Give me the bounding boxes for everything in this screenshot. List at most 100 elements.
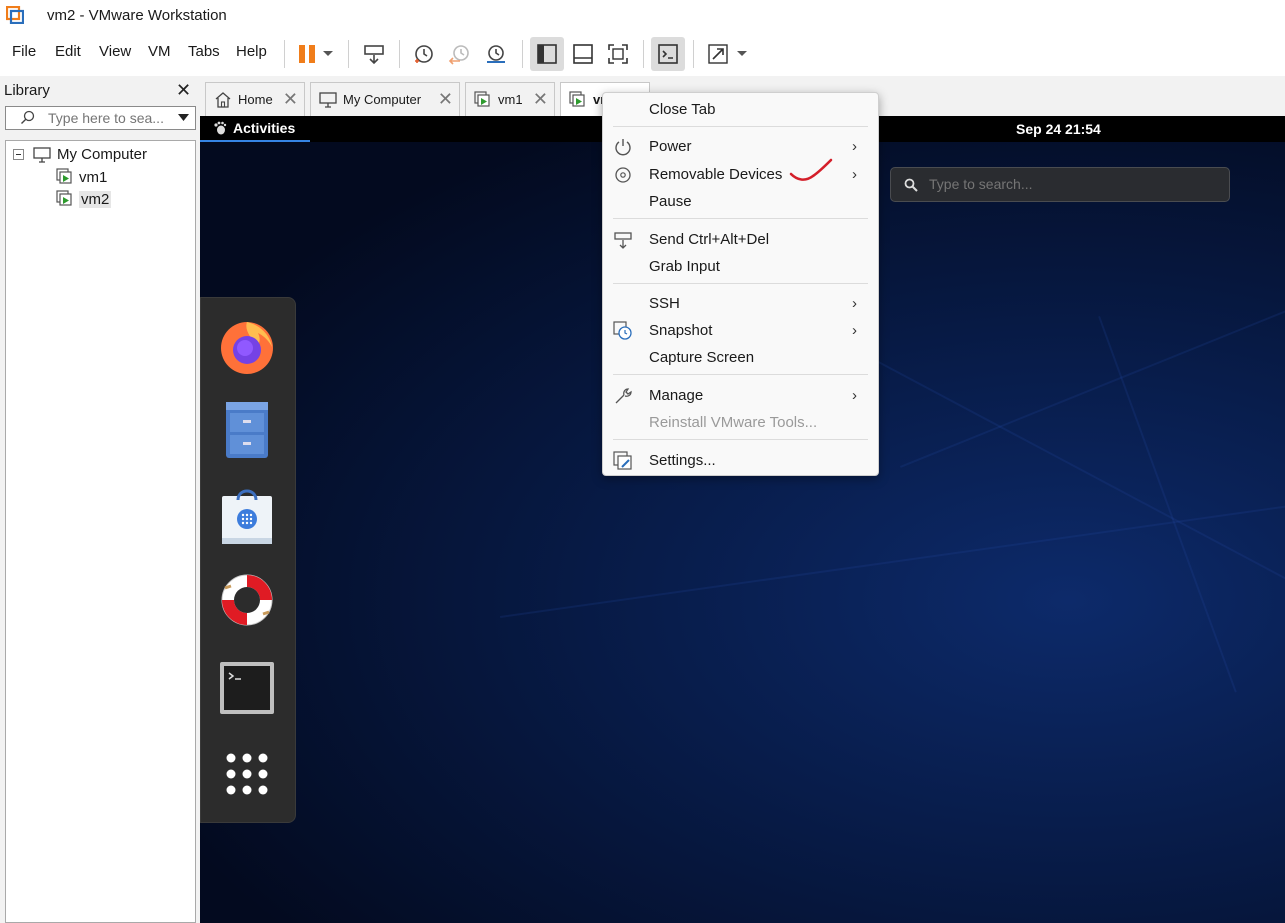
menu-item-removable-devices[interactable]: Removable Devices › [603, 158, 878, 187]
chevron-down-icon[interactable] [178, 114, 189, 122]
file-cabinet-icon [226, 402, 268, 458]
overview-search[interactable] [890, 167, 1230, 202]
activities-button[interactable]: Activities [213, 120, 295, 136]
toolbar-separator [348, 40, 349, 68]
console-view-icon [658, 44, 678, 64]
thumbnail-bar-icon [573, 44, 593, 64]
app-grid-icon [226, 753, 268, 795]
tab-vm1[interactable]: vm1 ✕ [465, 82, 555, 116]
tab-label: My Computer [343, 92, 422, 107]
menu-item-send-ctrl-alt-del[interactable]: Send Ctrl+Alt+Del [603, 226, 878, 252]
send-ctrl-alt-del-icon [614, 232, 632, 249]
menu-item-pause[interactable]: Pause [603, 188, 878, 214]
library-search-input[interactable] [48, 109, 170, 127]
computer-icon [33, 146, 51, 163]
close-tab-icon[interactable]: ✕ [438, 89, 453, 110]
overview-search-input[interactable] [929, 176, 1219, 192]
menu-item-snapshot[interactable]: Snapshot › [603, 317, 878, 343]
submenu-arrow-icon: › [852, 321, 857, 339]
clock[interactable]: Sep 24 21:54 [1016, 121, 1101, 137]
close-icon[interactable]: ✕ [176, 80, 191, 101]
revert-snapshot-button[interactable] [443, 37, 477, 71]
menu-item-label: Close Tab [649, 100, 716, 118]
menu-item-settings[interactable]: Settings... [603, 447, 878, 473]
console-view-button[interactable] [651, 37, 685, 71]
library-search[interactable] [5, 106, 196, 130]
menu-item-label: Pause [649, 192, 692, 210]
tab-label: vm1 [498, 92, 523, 107]
show-library-icon [537, 44, 557, 64]
tree-item-label: vm1 [79, 168, 108, 186]
toolbar-separator [284, 40, 285, 68]
menu-item-label: Manage [649, 386, 704, 404]
tree-item-vm1[interactable]: vm1 [56, 168, 107, 186]
menu-file[interactable]: File [12, 43, 36, 60]
stretch-dropdown-button[interactable] [730, 37, 754, 71]
search-icon [21, 110, 35, 125]
menu-item-manage[interactable]: Manage › [603, 382, 878, 408]
disc-icon [615, 167, 631, 183]
firefox-launcher[interactable] [217, 316, 277, 376]
toolbar-separator [522, 40, 523, 68]
close-tab-icon[interactable]: ✕ [533, 89, 548, 110]
wallpaper-line [900, 241, 1285, 468]
show-applications-button[interactable] [217, 744, 277, 804]
wallpaper-line [1098, 316, 1237, 693]
tree-item-my-computer[interactable]: My Computer [13, 146, 147, 163]
tab-my-computer[interactable]: My Computer ✕ [310, 82, 460, 116]
tab-home[interactable]: Home ✕ [205, 82, 305, 116]
menu-tabs[interactable]: Tabs [188, 43, 220, 60]
menu-help[interactable]: Help [236, 43, 267, 60]
take-snapshot-icon [415, 45, 433, 63]
menu-item-label: Removable Devices [649, 165, 783, 183]
files-launcher[interactable] [217, 400, 277, 460]
thumbnail-bar-button[interactable] [566, 37, 600, 71]
menu-separator [613, 439, 868, 440]
send-ctrl-alt-del-icon [364, 45, 384, 65]
software-launcher[interactable] [217, 486, 277, 546]
tree-item-vm2[interactable]: vm2 [56, 190, 112, 208]
power-dropdown-button[interactable] [316, 37, 340, 71]
home-icon [215, 92, 231, 108]
snapshot-icon [613, 321, 632, 340]
terminal-launcher[interactable] [217, 658, 277, 718]
full-screen-button[interactable] [601, 37, 635, 71]
activities-underline [200, 140, 310, 142]
computer-icon [319, 91, 337, 108]
menu-item-label: Power [649, 137, 692, 155]
menu-item-power[interactable]: Power › [603, 133, 878, 159]
menu-edit[interactable]: Edit [55, 43, 81, 60]
window-title: vm2 - VMware Workstation [47, 7, 227, 24]
unity-stretch-icon [708, 44, 728, 64]
menu-item-grab-input[interactable]: Grab Input [603, 253, 878, 279]
menu-item-close-tab[interactable]: Close Tab [603, 96, 878, 122]
firefox-icon [221, 322, 273, 374]
settings-icon [613, 451, 632, 470]
menu-toolbar-bar: File Edit View VM Tabs Help [0, 32, 1285, 76]
send-ctrl-alt-del-button[interactable] [357, 37, 391, 71]
menu-item-ssh[interactable]: SSH › [603, 290, 878, 316]
vm-running-icon [474, 90, 490, 107]
menu-item-capture-screen[interactable]: Capture Screen [603, 344, 878, 370]
menu-view[interactable]: View [99, 43, 131, 60]
submenu-arrow-icon: › [852, 386, 857, 404]
pause-icon [299, 45, 315, 63]
chevron-down-icon [737, 51, 747, 56]
snapshot-manager-button[interactable] [479, 37, 513, 71]
menu-item-label: Capture Screen [649, 348, 755, 366]
library-panel: Library ✕ My Computer vm1 [0, 76, 200, 923]
lifebuoy-icon [221, 574, 273, 626]
dash-dock [200, 297, 296, 823]
collapse-icon[interactable] [13, 149, 24, 160]
menu-vm[interactable]: VM [148, 43, 171, 60]
menu-item-reinstall-vmware-tools: Reinstall VMware Tools... [603, 409, 878, 435]
take-snapshot-button[interactable] [407, 37, 441, 71]
menu-item-label: Grab Input [649, 257, 720, 275]
show-library-button[interactable] [530, 37, 564, 71]
menu-separator [613, 374, 868, 375]
snapshot-manager-icon [487, 45, 505, 63]
help-launcher[interactable] [217, 570, 277, 630]
toolbar-separator [399, 40, 400, 68]
menu-item-label: Reinstall VMware Tools... [649, 413, 818, 431]
close-tab-icon[interactable]: ✕ [283, 89, 298, 110]
